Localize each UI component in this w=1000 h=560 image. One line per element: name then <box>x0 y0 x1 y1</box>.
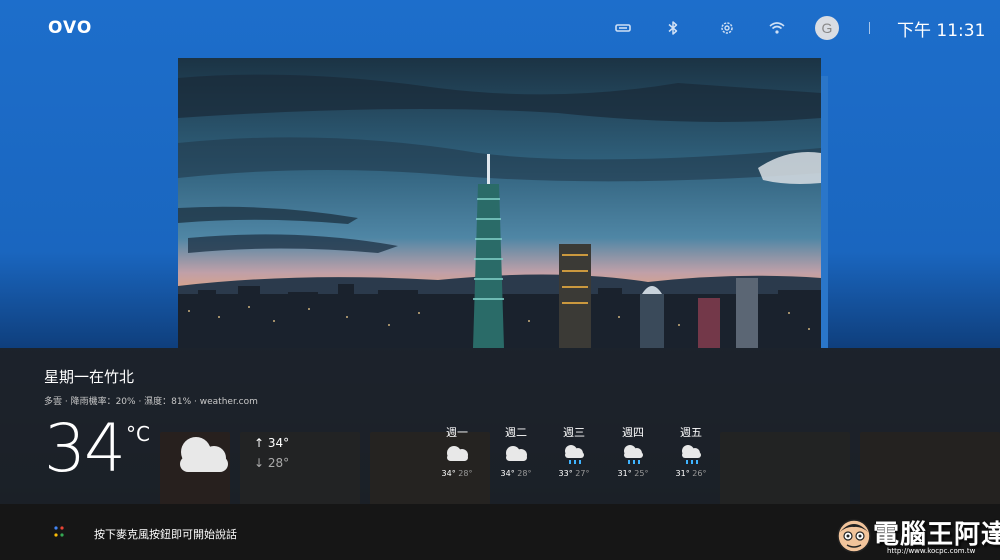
gear-icon[interactable] <box>718 19 736 37</box>
forecast-high: 31° <box>617 469 632 478</box>
watermark-text: 電腦王阿達 <box>873 520 1000 550</box>
cloudy-icon <box>180 437 228 472</box>
forecast-high: 33° <box>558 469 573 478</box>
forecast-day: 週五 31° 26° <box>666 424 716 478</box>
rain-icon <box>682 445 701 464</box>
today-high: ↑ 34° <box>254 436 290 450</box>
assistant-hint: 按下麥克風按鈕即可開始說話 <box>94 528 237 541</box>
weather-conditions: 多雲 · 降雨機率：20% · 濕度：81% · weather.com <box>44 397 258 407</box>
forecast-low: 28° <box>517 469 532 478</box>
ambient-photo <box>178 58 821 348</box>
cloudy-icon <box>506 446 527 461</box>
forecast-low: 28° <box>458 469 473 478</box>
forecast-day-name: 週二 <box>505 426 527 439</box>
forecast-day-name: 週四 <box>622 426 644 439</box>
forecast-low: 27° <box>575 469 590 478</box>
hdmi-input-icon[interactable] <box>614 19 632 37</box>
forecast-day: 週四 31° 25° <box>608 424 658 478</box>
rain-icon <box>624 445 643 464</box>
bluetooth-icon[interactable] <box>664 19 682 37</box>
next-photo-edge <box>821 76 828 348</box>
wifi-icon[interactable] <box>768 19 786 37</box>
forecast-high: 34° <box>441 469 456 478</box>
rain-icon <box>565 445 584 464</box>
temperature-unit: °C <box>126 422 150 446</box>
tv-home-screen: OVO G 下午 11:31 星期一在竹北 多雲 · 降雨機率：20% · 濕度… <box>0 0 1000 560</box>
status-divider <box>869 22 870 34</box>
forecast-low: 25° <box>634 469 649 478</box>
watermark-url: http://www.kocpc.com.tw <box>887 547 976 555</box>
forecast-high: 31° <box>675 469 690 478</box>
forecast-low: 26° <box>692 469 707 478</box>
forecast-day-name: 週三 <box>563 426 585 439</box>
forecast-day: 週三 33° 27° <box>549 424 599 478</box>
forecast-high: 34° <box>500 469 515 478</box>
forecast-day-name: 週五 <box>680 426 702 439</box>
forecast-row: 週一 34° 28° 週二 34° 28° 週三 33° 27° 週四 31° … <box>440 424 730 484</box>
clock: 下午 11:31 <box>897 21 986 41</box>
google-assistant-icon <box>54 526 64 537</box>
weather-location: 星期一在竹北 <box>44 368 135 386</box>
forecast-day-name: 週一 <box>446 426 468 439</box>
account-avatar[interactable]: G <box>815 16 839 40</box>
site-watermark: 電腦王阿達 http://www.kocpc.com.tw <box>833 510 1000 560</box>
cloudy-icon <box>447 446 468 461</box>
current-temperature: 34 <box>44 410 126 487</box>
forecast-day: 週一 34° 28° <box>432 424 482 478</box>
today-low: ↓ 28° <box>254 456 290 470</box>
forecast-day: 週二 34° 28° <box>491 424 541 478</box>
ovo-logo: OVO <box>48 18 93 38</box>
mascot-icon <box>837 519 871 553</box>
